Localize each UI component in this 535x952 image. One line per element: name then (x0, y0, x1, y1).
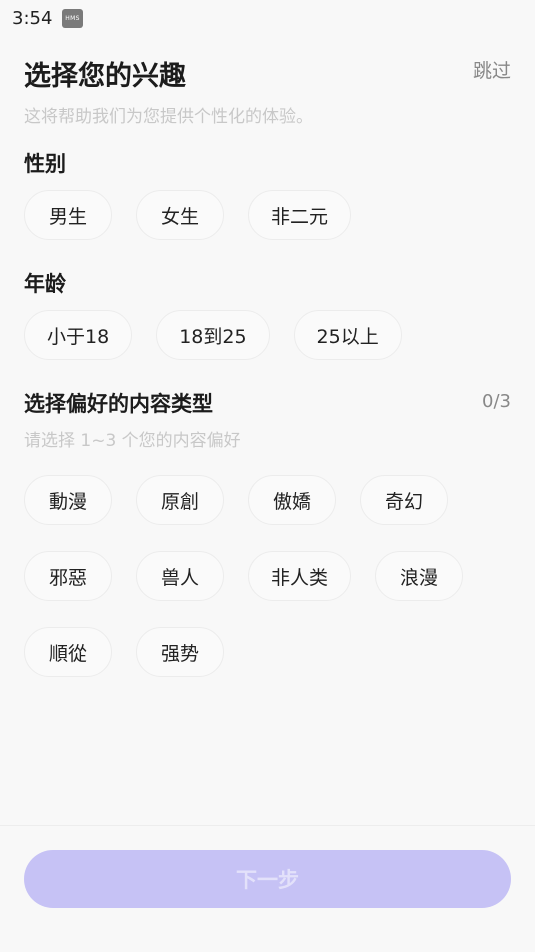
gender-options: 男生 女生 非二元 (24, 190, 352, 240)
content-option-evil[interactable]: 邪惡 (24, 551, 112, 601)
gender-option-male[interactable]: 男生 (24, 190, 112, 240)
content-options-row-3: 順從 强势 (24, 627, 224, 677)
content-option-beastman[interactable]: 兽人 (136, 551, 224, 601)
content-option-original[interactable]: 原創 (136, 475, 224, 525)
gender-section-title: 性别 (24, 152, 66, 176)
status-time: 3:54 (12, 8, 53, 29)
age-option-under-18[interactable]: 小于18 (24, 310, 133, 360)
next-step-button[interactable]: 下一步 (24, 850, 511, 908)
gender-option-nonbinary[interactable]: 非二元 (248, 190, 352, 240)
content-hint: 请选择 1~3 个您的内容偏好 (24, 431, 241, 451)
age-options: 小于18 18到25 25以上 (24, 310, 402, 360)
selection-counter: 0/3 (482, 391, 511, 412)
content-option-romance[interactable]: 浪漫 (375, 551, 464, 601)
age-option-18-to-25[interactable]: 18到25 (156, 310, 270, 360)
content-option-anime[interactable]: 動漫 (24, 475, 112, 525)
status-bar: 3:54 HMS (0, 0, 535, 38)
content-option-fantasy[interactable]: 奇幻 (360, 475, 448, 525)
content-option-dominant[interactable]: 强势 (136, 627, 224, 677)
content-options-row-1: 動漫 原創 傲嬌 奇幻 (24, 475, 448, 525)
content-options-row-2: 邪惡 兽人 非人类 浪漫 (24, 551, 464, 601)
content-section-title: 选择偏好的内容类型 (24, 392, 213, 416)
age-section-title: 年龄 (24, 272, 66, 296)
content-option-submissive[interactable]: 順從 (24, 627, 112, 677)
age-option-over-25[interactable]: 25以上 (293, 310, 402, 360)
page-title: 选择您的兴趣 (24, 61, 186, 92)
content-option-tsundere[interactable]: 傲嬌 (248, 475, 336, 525)
content-option-nonhuman[interactable]: 非人类 (248, 551, 352, 601)
skip-button[interactable]: 跳过 (473, 56, 511, 83)
hms-app-icon: HMS (62, 9, 83, 28)
gender-option-female[interactable]: 女生 (136, 190, 224, 240)
page-subtitle: 这将帮助我们为您提供个性化的体验。 (24, 107, 313, 127)
